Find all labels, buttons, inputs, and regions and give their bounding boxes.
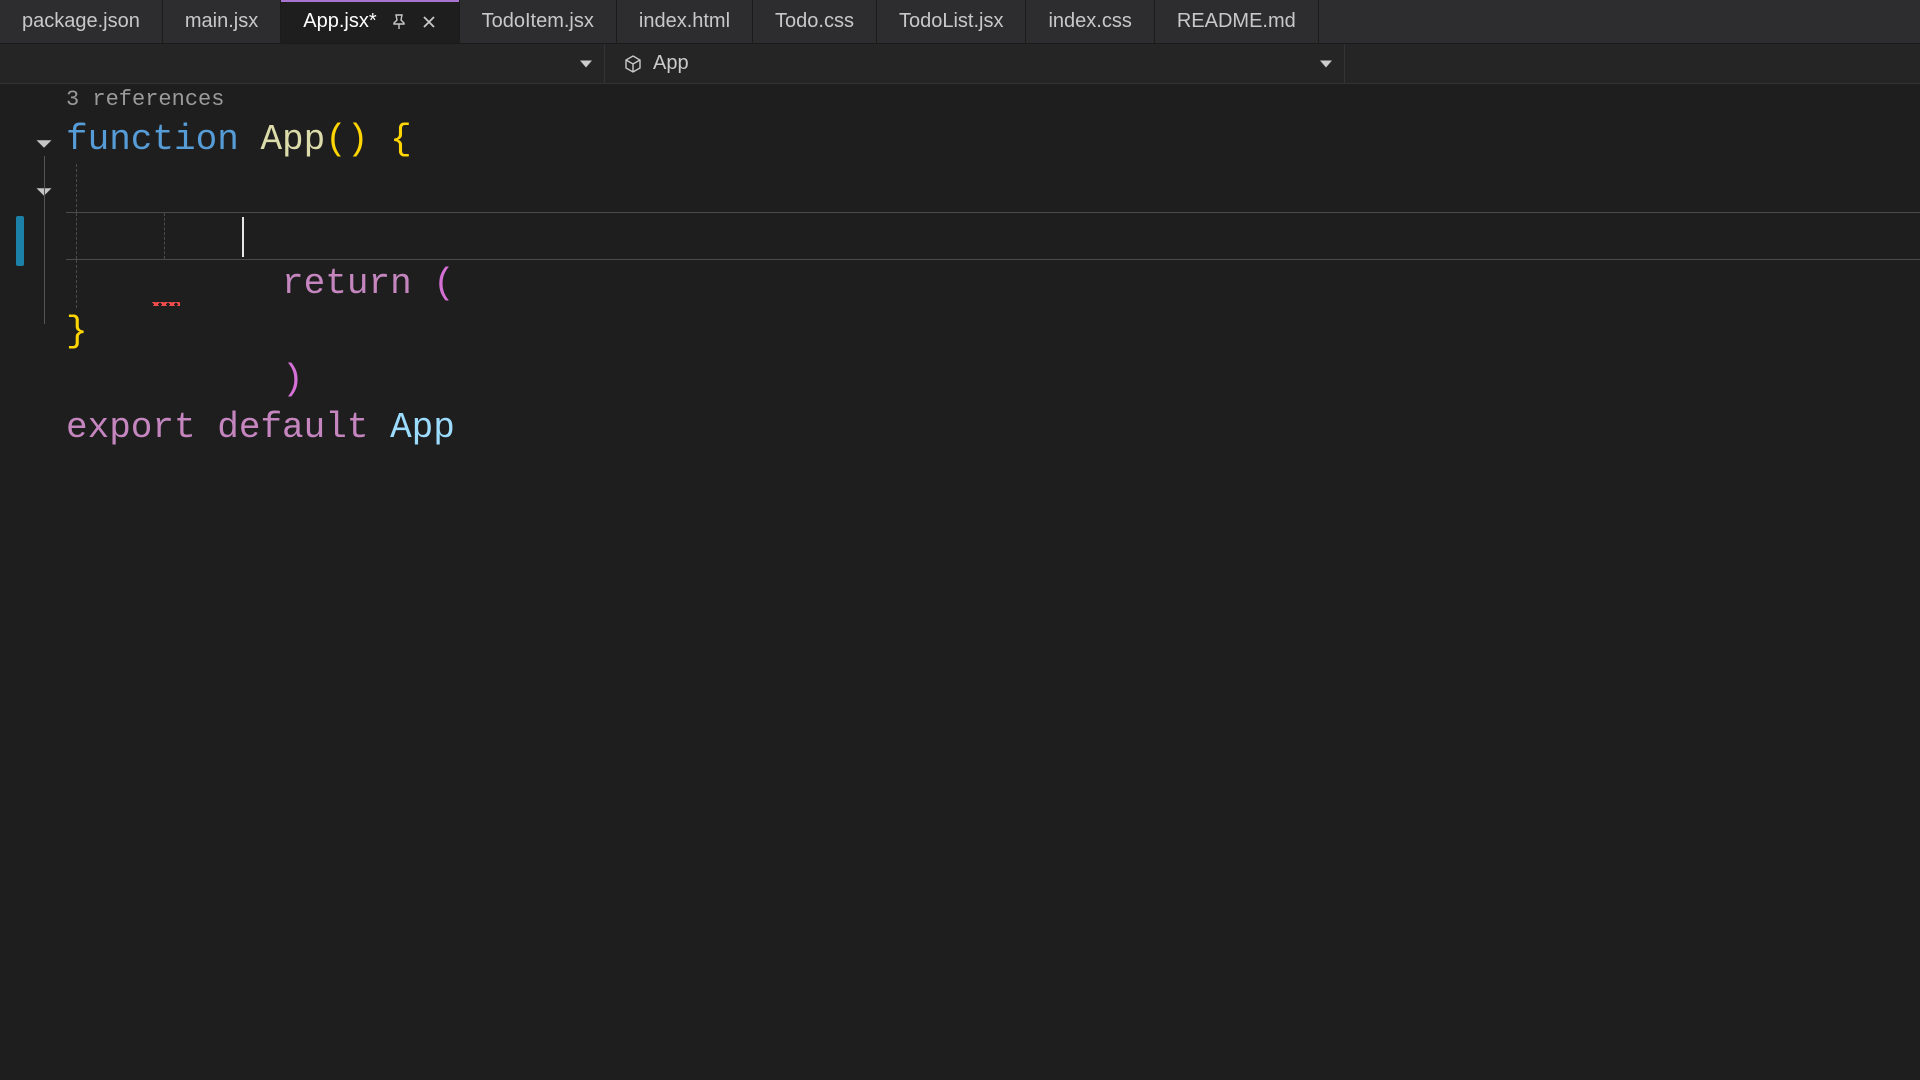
- code-line[interactable]: [66, 356, 1920, 404]
- tab-bar: package.json main.jsx App.jsx* TodoItem.…: [0, 0, 1920, 44]
- tab-label: index.css: [1048, 10, 1131, 33]
- code-line[interactable]: export default App: [66, 404, 1920, 452]
- scope-right-label: App: [653, 52, 689, 75]
- tab-label: TodoList.jsx: [899, 10, 1004, 33]
- tab-index-html[interactable]: index.html: [617, 0, 753, 43]
- scope-bar: App: [0, 44, 1920, 84]
- close-icon[interactable]: [421, 14, 437, 30]
- change-marker: [16, 216, 24, 266]
- code-area[interactable]: 3 references function App() { return ( )…: [66, 84, 1920, 1080]
- tab-label: index.html: [639, 10, 730, 33]
- tab-todolist-jsx[interactable]: TodoList.jsx: [877, 0, 1027, 43]
- code-line[interactable]: ): [66, 260, 1920, 308]
- tab-package-json[interactable]: package.json: [0, 0, 163, 43]
- scope-dropdown-scope[interactable]: [0, 44, 605, 83]
- tab-readme-md[interactable]: README.md: [1155, 0, 1319, 43]
- tab-label: Todo.css: [775, 10, 854, 33]
- error-squiggle: [152, 302, 180, 306]
- tab-app-jsx[interactable]: App.jsx*: [281, 0, 459, 43]
- tab-label: README.md: [1177, 10, 1296, 33]
- codelens-references[interactable]: 3 references: [66, 84, 1920, 116]
- pin-icon[interactable]: [391, 14, 407, 30]
- tab-label: package.json: [22, 10, 140, 33]
- tab-todoitem-jsx[interactable]: TodoItem.jsx: [460, 0, 617, 43]
- codelens-text: 3 references: [66, 87, 224, 112]
- gutter: [0, 84, 66, 1080]
- chevron-down-icon: [580, 60, 592, 67]
- code-editor[interactable]: 3 references function App() { return ( )…: [0, 84, 1920, 1080]
- tab-label: TodoItem.jsx: [482, 10, 594, 33]
- cube-icon: [623, 54, 643, 74]
- code-line[interactable]: return (: [66, 164, 1920, 212]
- tab-main-jsx[interactable]: main.jsx: [163, 0, 281, 43]
- scope-dropdown-member[interactable]: App: [605, 44, 1345, 83]
- tab-todo-css[interactable]: Todo.css: [753, 0, 877, 43]
- tab-label: App.jsx*: [303, 10, 376, 33]
- fold-guide: [44, 156, 45, 324]
- code-line[interactable]: }: [66, 308, 1920, 356]
- code-line[interactable]: function App() {: [66, 116, 1920, 164]
- chevron-down-icon: [1320, 60, 1332, 67]
- tab-label: main.jsx: [185, 10, 258, 33]
- tab-index-css[interactable]: index.css: [1026, 0, 1154, 43]
- code-line[interactable]: [66, 212, 1920, 260]
